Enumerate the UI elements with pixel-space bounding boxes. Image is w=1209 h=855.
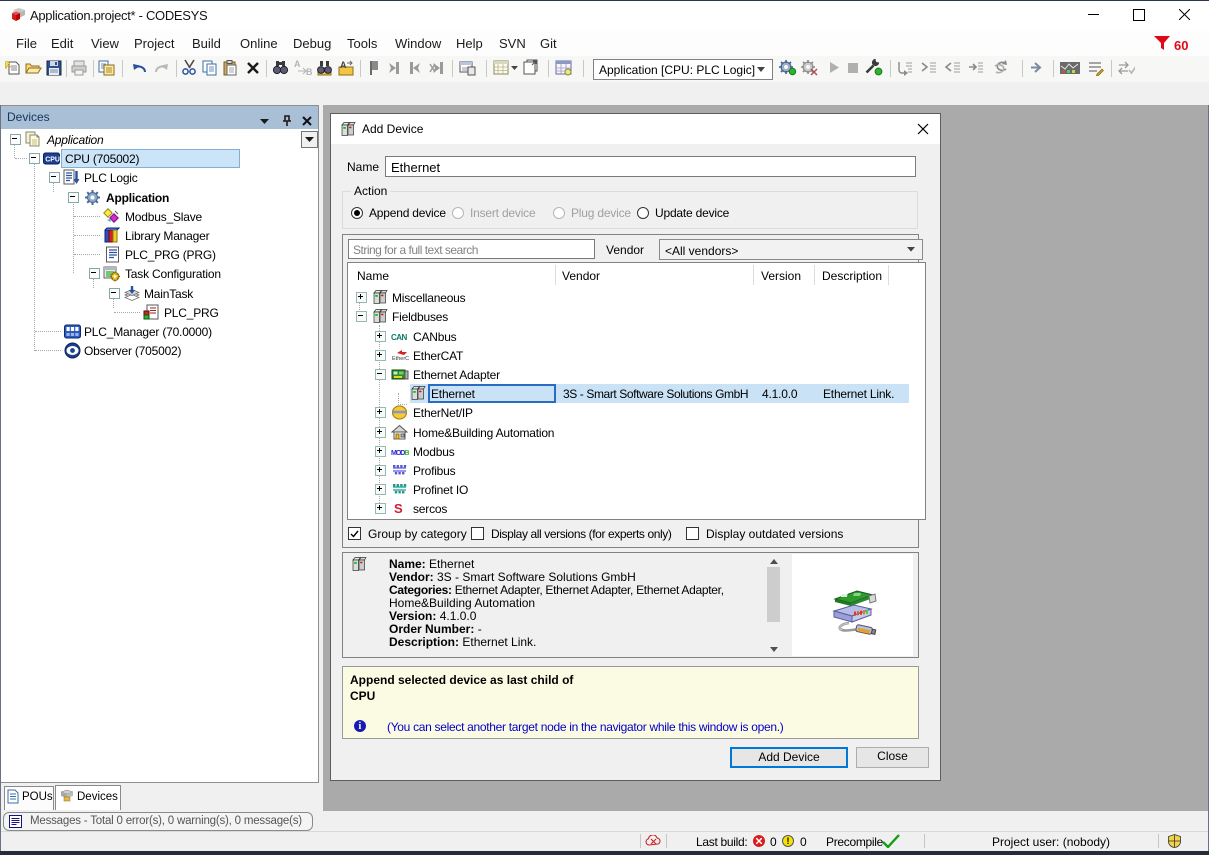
svg-text:B: B (306, 67, 312, 76)
svg-text:MODBUS: MODBUS (391, 450, 409, 457)
svg-text:CPU: CPU (45, 157, 60, 164)
svg-text:S: S (394, 501, 403, 516)
svg-text:EtherCAT: EtherCAT (392, 356, 409, 362)
svg-text:A: A (294, 59, 301, 69)
svg-text:CAN: CAN (391, 333, 408, 342)
svg-text:A: A (340, 60, 347, 70)
